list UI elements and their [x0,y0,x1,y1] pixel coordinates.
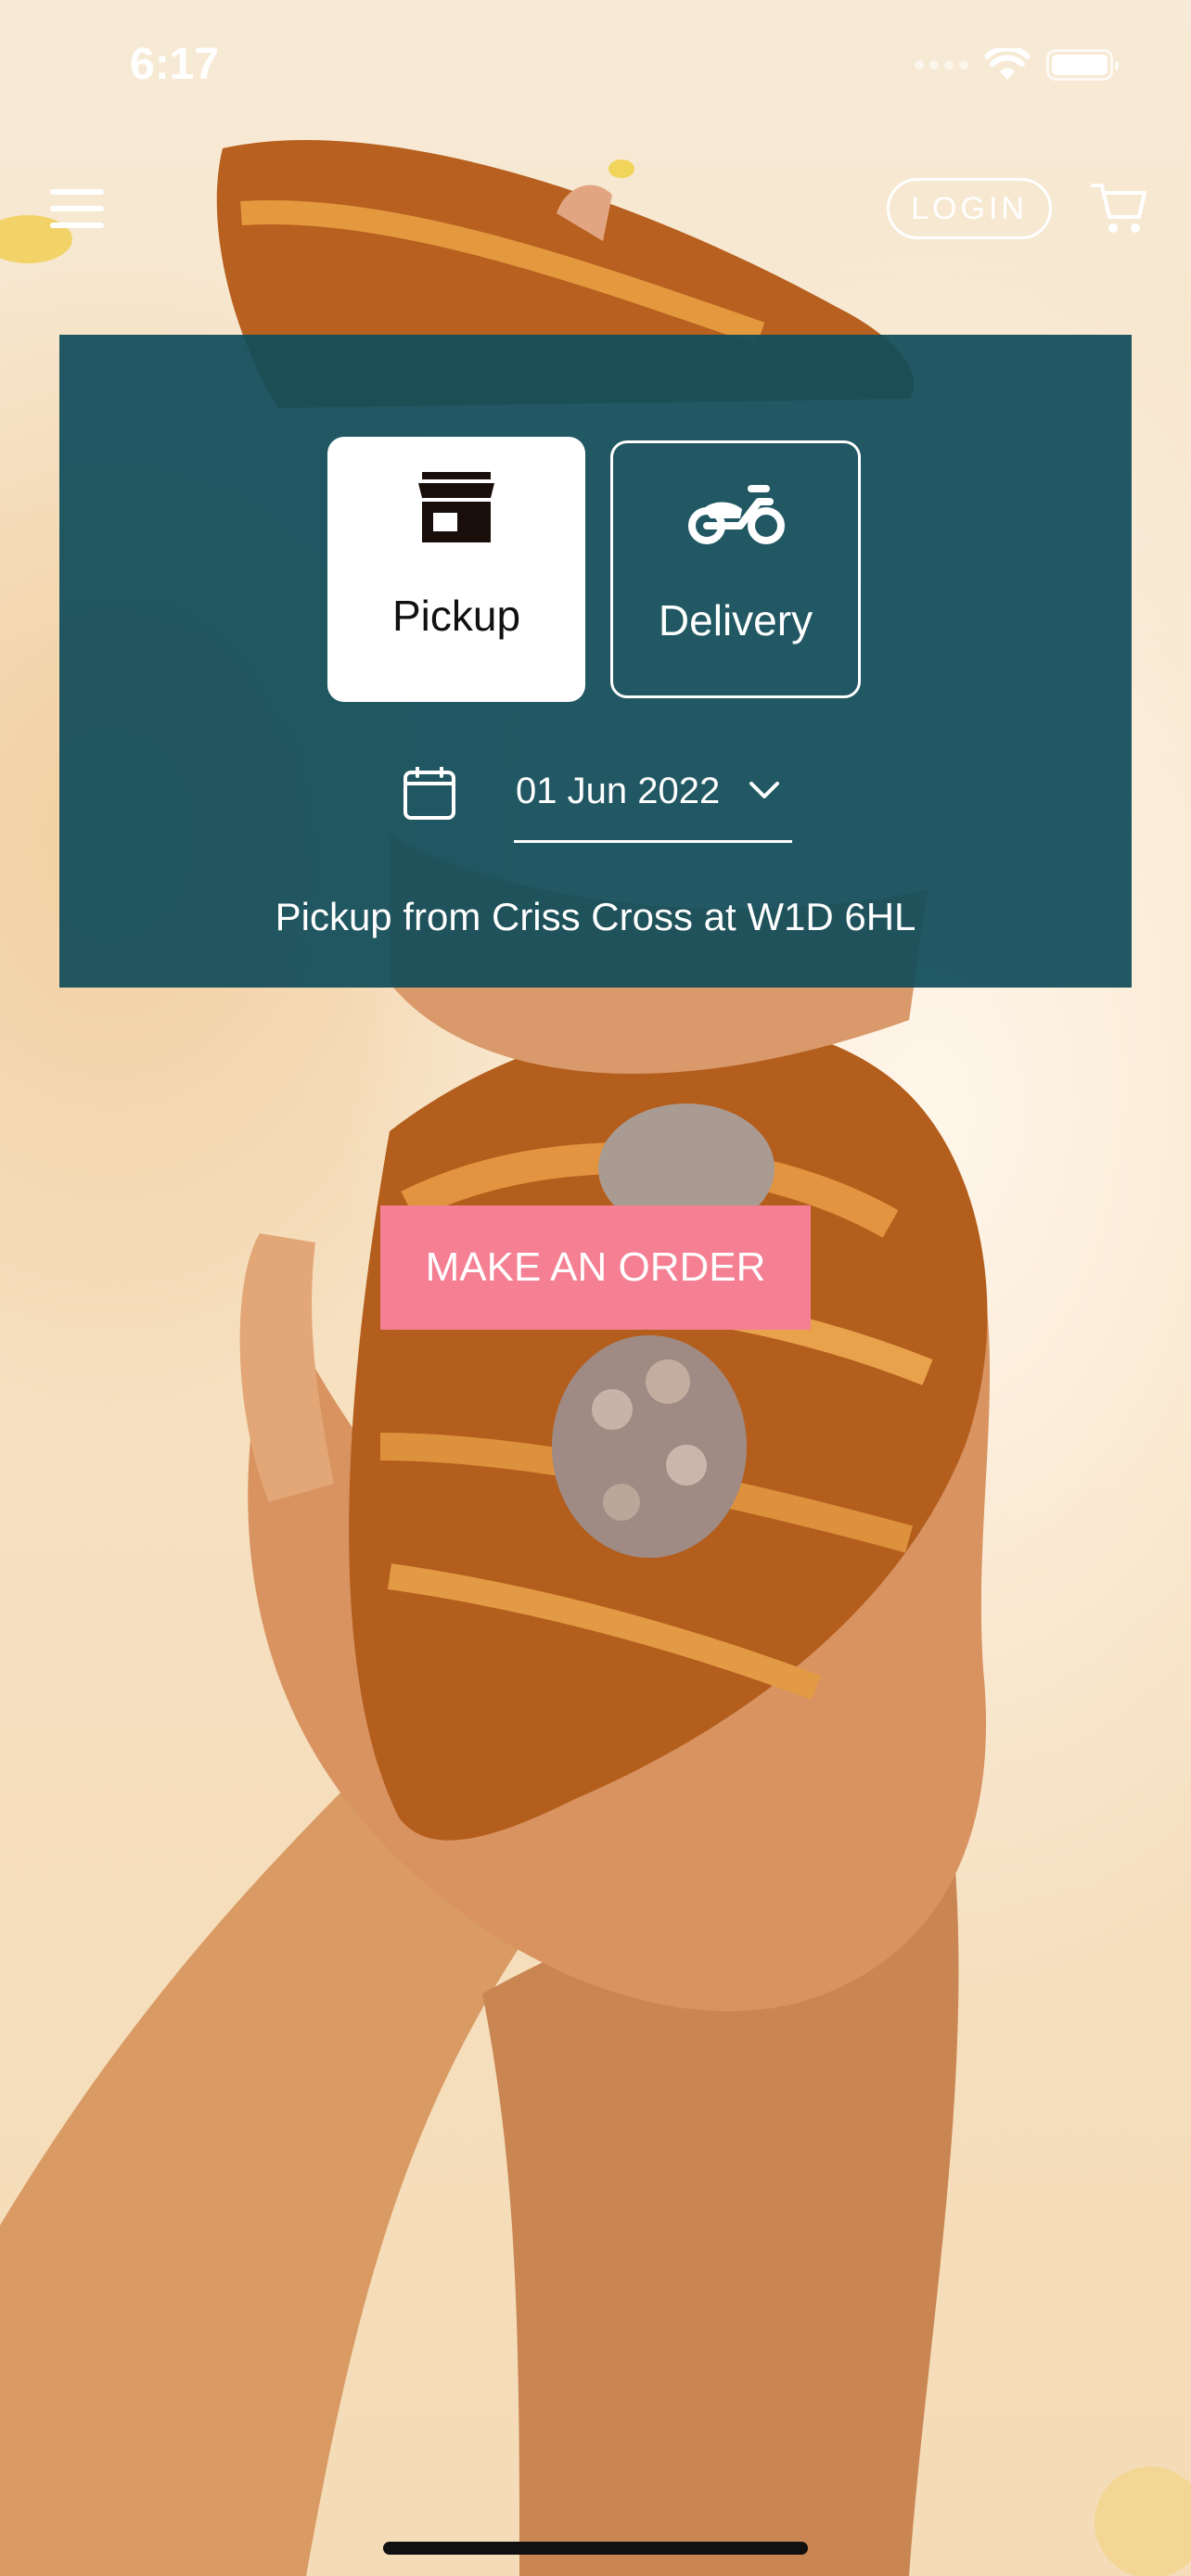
delivery-option[interactable]: Delivery [610,440,861,698]
storefront-icon [416,470,496,544]
status-bar: 6:17 [0,0,1191,130]
shopping-cart-icon[interactable] [1091,180,1148,236]
pickup-option[interactable]: Pickup [327,437,585,702]
hamburger-menu-icon[interactable] [50,189,104,228]
wifi-icon [985,48,1030,80]
make-an-order-button[interactable]: MAKE AN ORDER [380,1205,811,1330]
pickup-location-note: Pickup from Criss Cross at W1D 6HL [275,895,916,938]
login-button[interactable]: LOGIN [887,178,1052,239]
date-row: 01 Jun 2022 [59,754,1132,847]
cellular-signal-icon [915,60,968,70]
date-dropdown[interactable]: 01 Jun 2022 [514,754,792,843]
calendar-icon [403,767,455,820]
status-icons [915,48,1119,82]
fulfilment-panel: Pickup Delivery 01 Jun 2022 Pickup from … [59,335,1132,988]
chevron-down-icon [749,782,779,798]
date-value: 01 Jun 2022 [516,771,721,811]
battery-icon [1046,49,1119,81]
home-indicator [383,2542,808,2555]
delivery-option-label: Delivery [658,596,813,644]
status-time: 6:17 [130,40,220,89]
pickup-option-label: Pickup [391,592,521,640]
scooter-icon [685,477,787,551]
